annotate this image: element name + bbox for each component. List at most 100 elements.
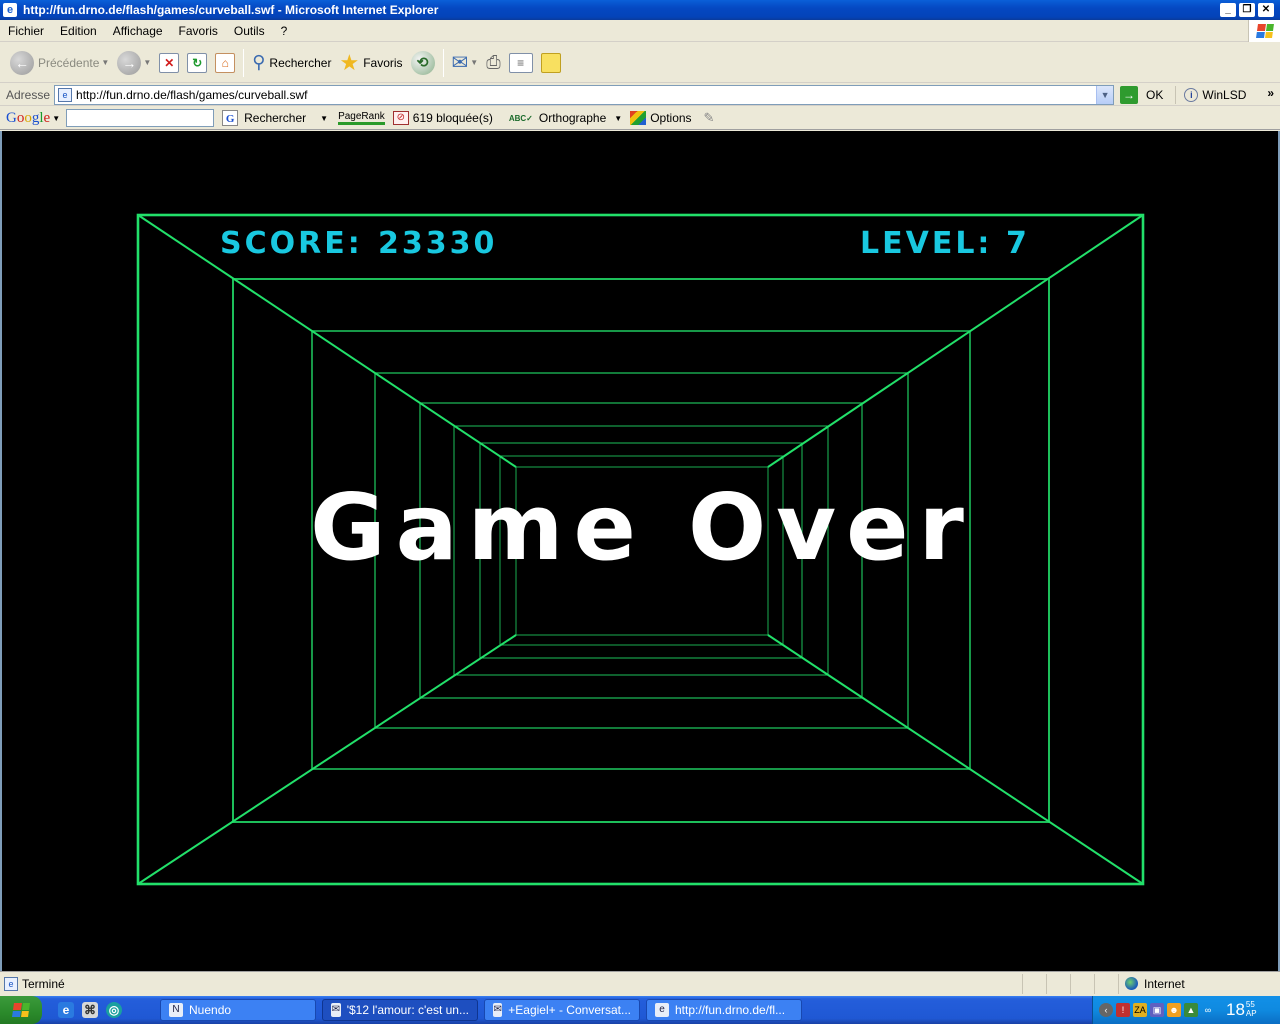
clock[interactable]: 18 55 AP [1226,1000,1257,1020]
minimize-button[interactable]: _ [1220,3,1236,17]
messenger-button[interactable] [537,47,565,79]
start-button[interactable] [0,996,42,1024]
links-separator [1175,85,1177,104]
home-button[interactable]: ⌂ [211,47,239,79]
google-search-input[interactable] [66,109,215,127]
taskbar-button-nuendo[interactable]: N Nuendo [160,999,316,1021]
mail-icon: ✉ [451,52,469,74]
menu-edition[interactable]: Edition [52,24,105,38]
app-icon[interactable]: ⌘ [82,1002,98,1018]
tray-app-icon[interactable]: ! [1116,1003,1130,1017]
toolbar-separator [243,48,245,77]
nuendo-icon: N [169,1003,183,1017]
menu-bar: Fichier Edition Affichage Favoris Outils… [0,20,1280,42]
status-bar: e Terminé Internet [0,971,1280,995]
popup-blocker-button[interactable]: ⊘ 619 bloquée(s) [392,111,493,125]
score-label: SCORE: [220,226,363,261]
info-icon: i [1184,87,1199,102]
volume-icon[interactable]: ∞ [1201,1003,1215,1017]
menu-outils[interactable]: Outils [226,24,273,38]
address-bar: Adresse e ▼ → OK i WinLSD [0,84,1280,106]
go-button[interactable]: → OK [1120,85,1163,104]
spellcheck-button[interactable]: ABC✓ Orthographe ▼ [509,111,622,125]
refresh-icon: ↻ [187,52,208,73]
note-icon [540,52,561,73]
globe-icon [1125,977,1138,990]
menu-help[interactable]: ? [273,24,296,38]
winlsd-link[interactable]: i WinLSD [1184,87,1246,102]
pagerank-indicator[interactable]: PageRank [338,111,385,125]
menu-affichage[interactable]: Affichage [105,24,171,38]
network-icon[interactable]: ▲ [1184,1003,1198,1017]
taskbar-button-conversation-1[interactable]: ✉ '$12 l'amour: c'est un... [322,999,478,1021]
print-button[interactable]: ⎙ [482,47,504,79]
pencil-icon[interactable]: ✎ [704,110,715,126]
options-icon [630,111,647,125]
options-button[interactable]: Options [630,111,692,125]
messenger-icon: ✉ [331,1003,341,1017]
search-button[interactable]: ⚲ Rechercher [248,47,335,79]
refresh-button[interactable]: ↻ [183,47,211,79]
abc-check-icon: ABC✓ [508,113,533,123]
favorites-button[interactable]: ★ Favoris [335,47,406,79]
status-cell [1046,973,1070,994]
tunnel-edge [767,634,1144,885]
toolbar-separator [442,48,444,77]
status-cell [1094,973,1118,994]
messenger-tray-icon[interactable]: ☻ [1167,1003,1181,1017]
media-icon[interactable]: ◎ [106,1002,122,1018]
taskbar: e ⌘ ◎ N Nuendo ✉ '$12 l'amour: c'est un.… [0,996,1280,1024]
ie-icon: e [3,3,17,17]
star-icon: ★ [339,49,360,75]
menu-fichier[interactable]: Fichier [0,24,52,38]
forward-arrow-icon: → [117,50,142,75]
chevron-right-icon[interactable]: » [1267,86,1274,100]
windows-logo-icon [12,1003,30,1017]
level-value: 7 [1006,226,1030,261]
dropdown-arrow-icon: ▼ [143,58,152,67]
level-label: LEVEL: [860,226,992,261]
menu-favoris[interactable]: Favoris [171,24,226,38]
history-button[interactable]: ⟲ [407,47,439,79]
status-text: Terminé [22,976,65,991]
game-over-text: Game Over [310,474,974,581]
zonealarm-icon[interactable]: ZA [1133,1003,1147,1017]
tray-arrow-icon[interactable]: ‹ [1099,1003,1113,1017]
restore-button[interactable]: ❐ [1239,3,1255,17]
dropdown-arrow-icon: ▼ [470,58,479,67]
stop-button[interactable]: ✕ [155,47,183,79]
ie-icon: e [655,1003,669,1017]
dropdown-arrow-icon: ▼ [101,58,110,67]
ie-icon[interactable]: e [58,1002,74,1018]
dropdown-arrow-icon: ▼ [320,113,329,123]
taskbar-button-browser[interactable]: e http://fun.drno.de/fl... [646,999,802,1021]
address-label: Adresse [6,87,51,102]
address-dropdown-button[interactable]: ▼ [1096,85,1114,104]
tray-app-icon[interactable]: ▣ [1150,1003,1164,1017]
dropdown-arrow-icon: ▼ [614,113,623,123]
tunnel-edge [137,634,517,885]
quick-launch: e ⌘ ◎ [58,1002,122,1018]
security-zone[interactable]: Internet [1118,973,1280,994]
title-bar: e http://fun.drno.de/flash/games/curveba… [0,0,1280,20]
window-title: http://fun.drno.de/flash/games/curveball… [23,3,439,17]
address-field: e ▼ [54,84,1115,105]
google-logo[interactable]: Google [6,110,50,127]
standard-toolbar: ← Précédente ▼ → ▼ ✕ ↻ ⌂ ⚲ Rechercher ★ … [0,43,1280,83]
edit-page-icon: ≡ [508,52,533,73]
taskbar-button-conversation-2[interactable]: ✉ +Eagiel+ - Conversat... [484,999,640,1021]
game-canvas[interactable]: SCORE: 23330 LEVEL: 7 Game Over [2,131,1278,971]
edit-button[interactable]: ≡ [505,47,537,79]
dropdown-arrow-icon[interactable]: ▼ [52,114,60,123]
back-button[interactable]: ← Précédente ▼ [6,47,113,79]
stop-icon: ✕ [159,52,180,73]
address-input[interactable] [76,86,1097,103]
close-button[interactable]: ✕ [1258,3,1274,17]
go-arrow-icon: → [1120,85,1139,104]
forward-button[interactable]: → ▼ [113,47,155,79]
google-search-button[interactable]: G Rechercher ▼ [222,110,328,126]
system-tray: ‹ ! ZA ▣ ☻ ▲ ∞ 18 55 AP [1092,996,1280,1024]
windows-logo-icon [1248,20,1280,42]
popup-blocked-icon: ⊘ [392,111,409,125]
mail-button[interactable]: ✉ ▼ [448,47,483,79]
